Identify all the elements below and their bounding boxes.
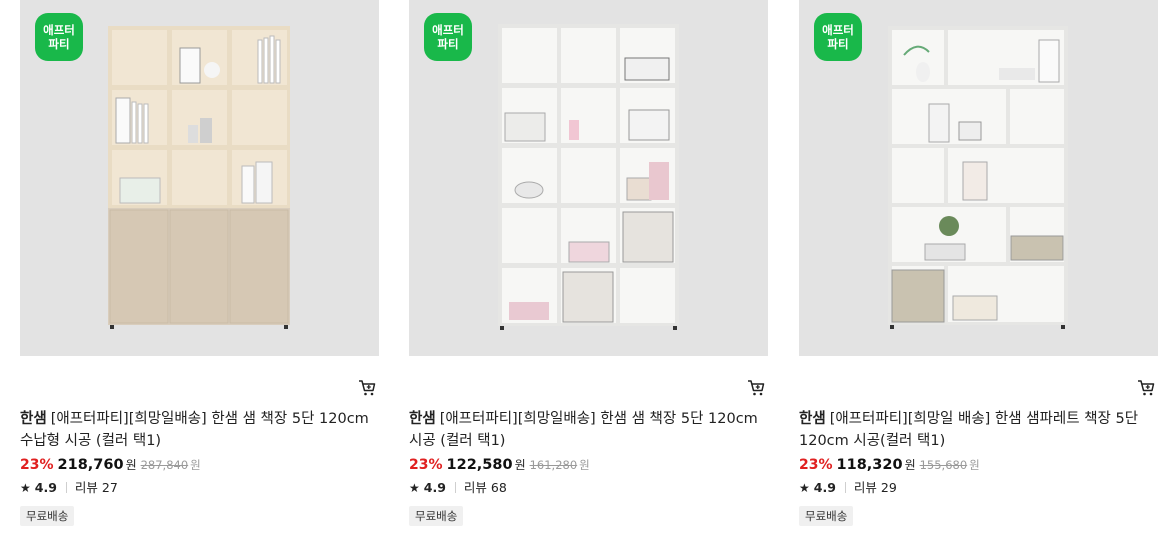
rating-row: ★ 4.9 리뷰 29 bbox=[799, 477, 897, 496]
free-shipping-tag: 무료배송 bbox=[20, 506, 75, 526]
product-card[interactable]: 애프터 파티 bbox=[799, 0, 1159, 541]
rating-row: ★ 4.9 리뷰 68 bbox=[409, 477, 507, 496]
product-image[interactable]: 애프터 파티 bbox=[409, 0, 768, 356]
rating-score: 4.9 bbox=[813, 480, 836, 495]
review-count: 리뷰 29 bbox=[853, 480, 897, 495]
currency: 원 bbox=[514, 458, 526, 472]
original-price: 155,680 bbox=[919, 458, 968, 472]
divider bbox=[844, 482, 846, 493]
discount-rate: 23% bbox=[20, 457, 54, 473]
divider bbox=[65, 482, 67, 493]
product-card[interactable]: 애프터 파티 bbox=[409, 0, 769, 541]
free-shipping-tag: 무료배송 bbox=[799, 506, 854, 526]
discount-rate: 23% bbox=[409, 457, 443, 473]
badge-text: 파티 bbox=[48, 37, 70, 51]
star-icon: ★ bbox=[799, 481, 810, 495]
badge-text: 파티 bbox=[827, 37, 849, 51]
review-count: 리뷰 68 bbox=[463, 480, 507, 495]
product-title[interactable]: 한샘 [애프터파티][희망일배송] 한샘 샘 책장 5단 120cm 수납형 시공… bbox=[20, 408, 378, 452]
currency: 원 bbox=[579, 458, 590, 472]
rating-row: ★ 4.9 리뷰 27 bbox=[20, 477, 118, 496]
product-name: [애프터파티][희망일 배송] 한샘 샘파레트 책장 5단 120cm 시공(컬… bbox=[799, 411, 1139, 449]
original-price: 161,280 bbox=[529, 458, 578, 472]
free-shipping-tag: 무료배송 bbox=[409, 506, 464, 526]
review-count: 리뷰 27 bbox=[74, 480, 118, 495]
cart-icon[interactable] bbox=[747, 379, 765, 397]
currency: 원 bbox=[969, 458, 980, 472]
product-name: [애프터파티][희망일배송] 한샘 샘 책장 5단 120cm 수납형 시공 (… bbox=[20, 411, 369, 449]
brand-name: 한샘 bbox=[799, 411, 826, 427]
discount-rate: 23% bbox=[799, 457, 833, 473]
cart-icon[interactable] bbox=[358, 379, 376, 397]
product-image[interactable]: 애프터 파티 bbox=[799, 0, 1158, 356]
badge-text: 파티 bbox=[437, 37, 459, 51]
brand-name: 한샘 bbox=[409, 411, 436, 427]
rating-score: 4.9 bbox=[34, 480, 57, 495]
sale-price: 118,320 bbox=[836, 457, 903, 473]
sale-price: 218,760 bbox=[57, 457, 124, 473]
currency: 원 bbox=[904, 458, 916, 472]
star-icon: ★ bbox=[409, 481, 420, 495]
cart-icon[interactable] bbox=[1137, 379, 1155, 397]
currency: 원 bbox=[125, 458, 137, 472]
badge-text: 애프터 bbox=[43, 23, 75, 37]
sale-price: 122,580 bbox=[446, 457, 513, 473]
rating-score: 4.9 bbox=[423, 480, 446, 495]
badge-text: 애프터 bbox=[822, 23, 854, 37]
product-grid: 애프터 파티 한샘 [애프터파티][희망일배송] 한샘 샘 책장 5단 120c… bbox=[0, 0, 1164, 541]
star-icon: ★ bbox=[20, 481, 31, 495]
price-row: 23% 218,760 원 287,840 원 bbox=[20, 456, 201, 473]
product-image[interactable]: 애프터 파티 bbox=[20, 0, 379, 356]
after-party-badge: 애프터 파티 bbox=[814, 13, 862, 61]
price-row: 23% 122,580 원 161,280 원 bbox=[409, 456, 590, 473]
original-price: 287,840 bbox=[140, 458, 189, 472]
product-title[interactable]: 한샘 [애프터파티][희망일 배송] 한샘 샘파레트 책장 5단 120cm 시공… bbox=[799, 408, 1157, 452]
after-party-badge: 애프터 파티 bbox=[424, 13, 472, 61]
divider bbox=[454, 482, 456, 493]
product-card[interactable]: 애프터 파티 bbox=[20, 0, 380, 541]
brand-name: 한샘 bbox=[20, 411, 47, 427]
product-name: [애프터파티][희망일배송] 한샘 샘 책장 5단 120cm 시공 (컬러 택… bbox=[409, 411, 758, 449]
price-row: 23% 118,320 원 155,680 원 bbox=[799, 456, 980, 473]
currency: 원 bbox=[190, 458, 201, 472]
product-title[interactable]: 한샘 [애프터파티][희망일배송] 한샘 샘 책장 5단 120cm 시공 (컬러… bbox=[409, 408, 767, 452]
badge-text: 애프터 bbox=[432, 23, 464, 37]
after-party-badge: 애프터 파티 bbox=[35, 13, 83, 61]
